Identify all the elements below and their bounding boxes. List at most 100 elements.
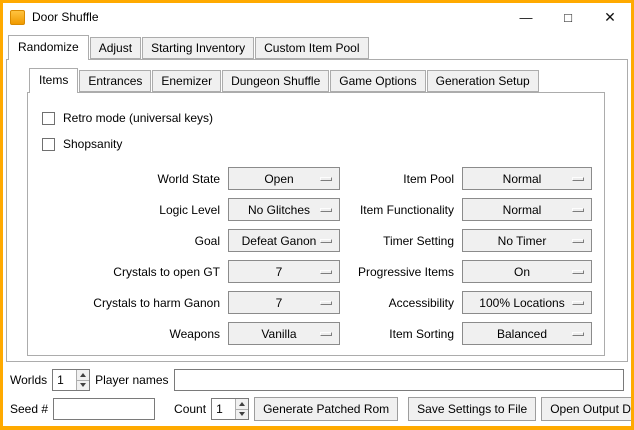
spin-down-icon[interactable] xyxy=(236,409,248,420)
timer-setting-label: Timer Setting xyxy=(348,234,454,248)
window-controls: — □ ✕ xyxy=(505,3,631,31)
tab-enemizer[interactable]: Enemizer xyxy=(152,70,221,92)
dropdown-indicator-icon xyxy=(320,270,332,274)
goal-label: Goal xyxy=(40,234,220,248)
dropdown-value: Balanced xyxy=(497,327,557,341)
retro-mode-checkbox[interactable] xyxy=(42,112,55,125)
worlds-value: 1 xyxy=(53,370,76,390)
dropdown-value: No Glitches xyxy=(248,203,320,217)
dropdown-indicator-icon xyxy=(572,177,584,181)
open-output-directory-button[interactable]: Open Output Directory xyxy=(541,397,634,421)
progressive-items-label: Progressive Items xyxy=(348,265,454,279)
dropdown-value: 7 xyxy=(276,296,293,310)
logic-level-label: Logic Level xyxy=(40,203,220,217)
shopsanity-row: Shopsanity xyxy=(42,135,592,153)
bottom-bar: Worlds 1 Player names Seed # Count 1 xyxy=(6,362,628,423)
accessibility-label: Accessibility xyxy=(348,296,454,310)
count-value: 1 xyxy=(212,399,235,419)
dropdown-indicator-icon xyxy=(320,177,332,181)
generate-patched-rom-button[interactable]: Generate Patched Rom xyxy=(254,397,398,421)
dropdown-indicator-icon xyxy=(320,208,332,212)
logic-level-dropdown[interactable]: No Glitches xyxy=(228,198,340,221)
seed-row: Seed # Count 1 Generate Patched Rom Save… xyxy=(10,397,624,421)
window: Door Shuffle — □ ✕ Randomize Adjust Star… xyxy=(0,0,634,430)
dropdown-value: On xyxy=(514,265,540,279)
item-pool-dropdown[interactable]: Normal xyxy=(462,167,592,190)
worlds-label: Worlds xyxy=(10,373,47,387)
tab-items[interactable]: Items xyxy=(29,68,78,93)
dropdown-value: No Timer xyxy=(498,234,557,248)
world-state-dropdown[interactable]: Open xyxy=(228,167,340,190)
dropdown-value: 7 xyxy=(276,265,293,279)
item-sorting-dropdown[interactable]: Balanced xyxy=(462,322,592,345)
weapons-label: Weapons xyxy=(40,327,220,341)
crystals-harm-ganon-label: Crystals to harm Ganon xyxy=(40,296,220,310)
crystals-open-gt-dropdown[interactable]: 7 xyxy=(228,260,340,283)
timer-setting-dropdown[interactable]: No Timer xyxy=(462,229,592,252)
settings-grid: World State Open Item Pool Normal Logic … xyxy=(40,167,592,345)
item-functionality-dropdown[interactable]: Normal xyxy=(462,198,592,221)
spin-up-icon[interactable] xyxy=(236,399,248,409)
worlds-spinner[interactable]: 1 xyxy=(52,369,90,391)
main-tab-bar: Randomize Adjust Starting Inventory Cust… xyxy=(6,35,628,59)
player-names-label: Player names xyxy=(95,373,168,387)
tab-game-options[interactable]: Game Options xyxy=(330,70,425,92)
retro-mode-label: Retro mode (universal keys) xyxy=(63,111,213,125)
app-icon xyxy=(10,10,25,25)
dropdown-indicator-icon xyxy=(320,301,332,305)
dropdown-indicator-icon xyxy=(572,332,584,336)
close-button[interactable]: ✕ xyxy=(589,3,631,31)
spin-up-icon[interactable] xyxy=(77,370,89,380)
accessibility-dropdown[interactable]: 100% Locations xyxy=(462,291,592,314)
sub-tab-bar: Items Entrances Enemizer Dungeon Shuffle… xyxy=(27,68,605,92)
count-spinner[interactable]: 1 xyxy=(211,398,249,420)
dropdown-indicator-icon xyxy=(572,301,584,305)
close-icon: ✕ xyxy=(604,9,616,26)
worlds-spinner-buttons xyxy=(76,370,89,390)
tab-custom-item-pool[interactable]: Custom Item Pool xyxy=(255,37,368,59)
count-label: Count xyxy=(174,402,206,416)
weapons-dropdown[interactable]: Vanilla xyxy=(228,322,340,345)
tab-adjust[interactable]: Adjust xyxy=(90,37,141,59)
window-title: Door Shuffle xyxy=(32,10,99,24)
shopsanity-checkbox[interactable] xyxy=(42,138,55,151)
maximize-icon: □ xyxy=(564,10,572,25)
spin-down-icon[interactable] xyxy=(77,380,89,391)
save-settings-button[interactable]: Save Settings to File xyxy=(408,397,536,421)
window-body: Randomize Adjust Starting Inventory Cust… xyxy=(3,31,631,426)
dropdown-value: Normal xyxy=(503,172,552,186)
seed-label: Seed # xyxy=(10,402,48,416)
dropdown-value: Normal xyxy=(503,203,552,217)
crystals-harm-ganon-dropdown[interactable]: 7 xyxy=(228,291,340,314)
tab-generation-setup[interactable]: Generation Setup xyxy=(427,70,539,92)
player-names-input[interactable] xyxy=(174,369,625,391)
titlebar: Door Shuffle — □ ✕ xyxy=(3,3,631,31)
dropdown-indicator-icon xyxy=(320,239,332,243)
minimize-icon: — xyxy=(520,10,533,25)
shopsanity-label: Shopsanity xyxy=(63,137,122,151)
seed-input[interactable] xyxy=(53,398,155,420)
world-state-label: World State xyxy=(40,172,220,186)
dropdown-value: 100% Locations xyxy=(479,296,574,310)
crystals-open-gt-label: Crystals to open GT xyxy=(40,265,220,279)
randomize-pane: Items Entrances Enemizer Dungeon Shuffle… xyxy=(6,59,628,362)
goal-dropdown[interactable]: Defeat Ganon xyxy=(228,229,340,252)
dropdown-value: Defeat Ganon xyxy=(242,234,327,248)
dropdown-value: Vanilla xyxy=(261,327,306,341)
item-pool-label: Item Pool xyxy=(348,172,454,186)
worlds-row: Worlds 1 Player names xyxy=(10,368,624,392)
tab-entrances[interactable]: Entrances xyxy=(79,70,151,92)
dropdown-indicator-icon xyxy=(572,270,584,274)
item-functionality-label: Item Functionality xyxy=(348,203,454,217)
count-spinner-buttons xyxy=(235,399,248,419)
items-pane: Retro mode (universal keys) Shopsanity W… xyxy=(27,92,605,356)
tab-randomize[interactable]: Randomize xyxy=(8,35,89,60)
maximize-button[interactable]: □ xyxy=(547,3,589,31)
dropdown-indicator-icon xyxy=(572,208,584,212)
tab-dungeon-shuffle[interactable]: Dungeon Shuffle xyxy=(222,70,329,92)
progressive-items-dropdown[interactable]: On xyxy=(462,260,592,283)
minimize-button[interactable]: — xyxy=(505,3,547,31)
tab-starting-inventory[interactable]: Starting Inventory xyxy=(142,37,254,59)
dropdown-indicator-icon xyxy=(572,239,584,243)
dropdown-indicator-icon xyxy=(320,332,332,336)
